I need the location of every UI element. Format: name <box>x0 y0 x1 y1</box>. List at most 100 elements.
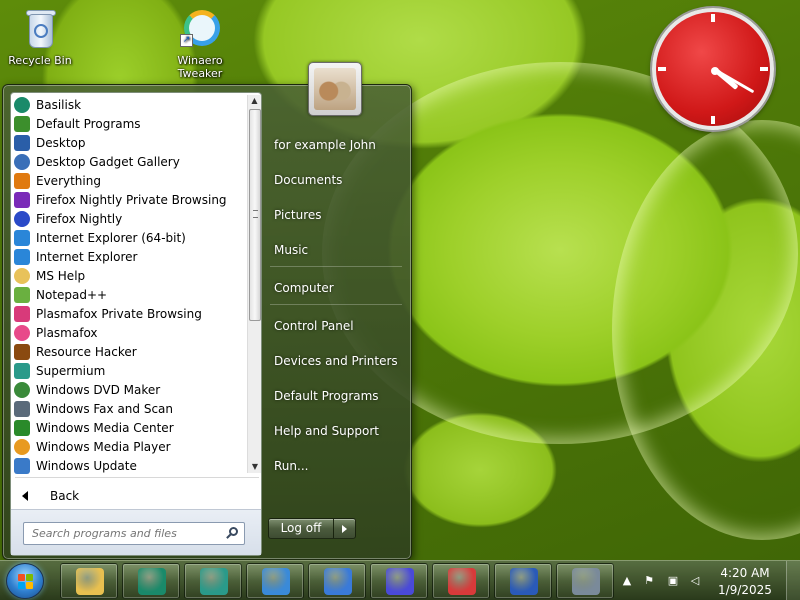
program-item[interactable]: MS Help <box>11 266 247 285</box>
clock-time[interactable]: 4:20 AM <box>710 566 780 580</box>
basilisk-icon <box>14 96 30 113</box>
desktop-icon-label: Winaero Tweaker <box>177 54 223 80</box>
supermium-icon <box>14 362 30 379</box>
system-tray: ▲ ⚑ ▣ ◁ 4:20 AM 1/9/2025 <box>618 561 800 600</box>
program-item[interactable]: Desktop <box>11 133 247 152</box>
computer-link[interactable]: Computer <box>266 275 404 301</box>
program-label: Plasmafox Private Browsing <box>36 306 202 321</box>
program-item[interactable]: Plasmafox Private Browsing <box>11 304 247 323</box>
help-support-link[interactable]: Help and Support <box>266 418 404 444</box>
program-item[interactable]: Firefox Nightly Private Browsing <box>11 190 247 209</box>
program-item[interactable]: Windows Media Center <box>11 418 247 437</box>
program-label: Basilisk <box>36 97 82 112</box>
program-label: Firefox Nightly <box>36 211 123 226</box>
program-item[interactable]: Desktop Gadget Gallery <box>11 152 247 171</box>
control-panel-link[interactable]: Control Panel <box>266 313 404 339</box>
program-item[interactable]: Internet Explorer (64-bit) <box>11 228 247 247</box>
search-icon[interactable] <box>226 527 238 539</box>
taskbar-button[interactable] <box>308 563 366 599</box>
everything-search-icon <box>14 172 30 189</box>
program-label: Firefox Nightly Private Browsing <box>36 192 227 207</box>
network-icon[interactable]: ▣ <box>666 574 680 588</box>
program-item[interactable]: Plasmafox <box>11 323 247 342</box>
pictures-link[interactable]: Pictures <box>266 202 404 228</box>
back-arrow-icon <box>22 491 28 501</box>
music-link[interactable]: Music <box>266 237 404 263</box>
resource-icon <box>448 568 476 595</box>
default-programs-icon <box>14 115 30 132</box>
clock-gadget[interactable] <box>652 8 774 130</box>
program-item[interactable]: Supermium <box>11 361 247 380</box>
desktop-icon-recycle-bin[interactable]: Recycle Bin <box>0 8 80 67</box>
shutdown-options-button[interactable] <box>334 518 356 539</box>
program-item[interactable]: Everything <box>11 171 247 190</box>
gadget-gallery-icon <box>14 153 30 170</box>
taskbar-button[interactable] <box>556 563 614 599</box>
user-name-link[interactable]: for example John <box>266 132 404 158</box>
show-desktop-button[interactable] <box>786 561 800 600</box>
folder-icon <box>14 267 30 284</box>
scroll-up-arrow-icon[interactable]: ▲ <box>248 95 261 107</box>
word-icon <box>510 568 538 595</box>
program-label: Desktop Gadget Gallery <box>36 154 180 169</box>
gear-icon <box>386 568 414 595</box>
dvd-maker-icon <box>14 381 30 398</box>
chevron-right-icon <box>342 525 347 533</box>
default-programs-link[interactable]: Default Programs <box>266 383 404 409</box>
plasmafox-private-icon <box>14 305 30 322</box>
program-label: MS Help <box>36 268 86 283</box>
taskbar-button[interactable] <box>60 563 118 599</box>
program-item[interactable]: Default Programs <box>11 114 247 133</box>
program-item[interactable]: Windows Media Player <box>11 437 247 456</box>
volume-icon[interactable]: ◁ <box>688 574 702 588</box>
taskbar-button[interactable] <box>432 563 490 599</box>
start-menu-left-pane: Basilisk Default Programs Desktop Desktop G… <box>10 92 262 556</box>
explorer-icon <box>76 568 104 595</box>
taskbar-button[interactable] <box>370 563 428 599</box>
program-item[interactable]: Notepad++ <box>11 285 247 304</box>
clock-date[interactable]: 1/9/2025 <box>710 583 780 597</box>
taskbar-button[interactable] <box>494 563 552 599</box>
program-item[interactable]: Basilisk <box>11 95 247 114</box>
taskbar-button[interactable] <box>246 563 304 599</box>
control-panel-icon <box>262 568 290 595</box>
programs-scrollbar[interactable]: ▲ ▼ <box>247 95 261 473</box>
back-label: Back <box>50 489 80 503</box>
windows-update-icon <box>14 457 30 474</box>
internet-explorer-icon <box>14 229 30 246</box>
firefox-nightly-icon <box>14 210 30 227</box>
scroll-thumb[interactable] <box>249 109 261 321</box>
run-link[interactable]: Run... <box>266 453 404 479</box>
program-item[interactable]: Firefox Nightly <box>11 209 247 228</box>
recycle-bin-icon <box>20 8 60 50</box>
program-item[interactable]: Windows Fax and Scan <box>11 399 247 418</box>
resource-hacker-icon <box>14 343 30 360</box>
search-box[interactable] <box>23 522 245 545</box>
devices-printers-link[interactable]: Devices and Printers <box>266 348 404 374</box>
program-label: Supermium <box>36 363 106 378</box>
back-button[interactable]: Back <box>11 485 261 507</box>
user-picture[interactable] <box>308 62 362 116</box>
program-item[interactable]: Internet Explorer <box>11 247 247 266</box>
start-button[interactable] <box>6 563 44 599</box>
all-programs-list: Basilisk Default Programs Desktop Desktop G… <box>11 95 247 475</box>
scroll-down-arrow-icon[interactable]: ▼ <box>248 461 262 473</box>
program-item[interactable]: Resource Hacker <box>11 342 247 361</box>
action-center-flag-icon[interactable]: ⚑ <box>642 574 656 588</box>
log-off-button[interactable]: Log off <box>268 518 334 539</box>
media-center-icon <box>14 419 30 436</box>
show-hidden-icons-icon[interactable]: ▲ <box>620 574 634 588</box>
search-input[interactable] <box>32 527 228 540</box>
desktop-icon-winaero-tweaker[interactable]: ↗ Winaero Tweaker <box>160 8 240 80</box>
taskbar-button[interactable] <box>184 563 242 599</box>
taskbar: ▲ ⚑ ▣ ◁ 4:20 AM 1/9/2025 <box>0 560 800 600</box>
fax-scan-icon <box>14 400 30 417</box>
program-label: Windows Media Player <box>36 439 171 454</box>
taskbar-button[interactable] <box>122 563 180 599</box>
documents-link[interactable]: Documents <box>266 167 404 193</box>
program-label: Windows Fax and Scan <box>36 401 174 416</box>
program-label: Windows DVD Maker <box>36 382 161 397</box>
program-item[interactable]: Windows DVD Maker <box>11 380 247 399</box>
desktop-icon <box>14 134 30 151</box>
program-item[interactable]: Windows Update <box>11 456 247 475</box>
